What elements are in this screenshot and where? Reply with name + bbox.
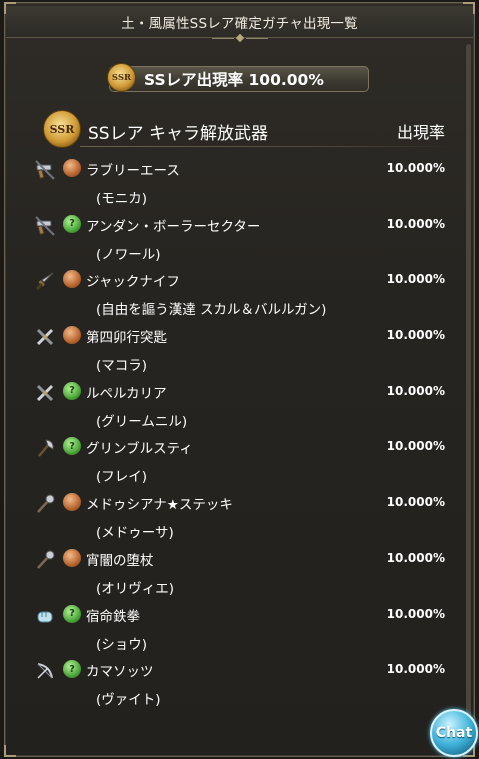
ssr-rate-text: SSレア出現率 100.00% [144,71,324,89]
ssr-medal-icon: SSR [43,110,81,148]
chat-label: Chat [435,725,473,741]
bow-icon [33,659,57,683]
chat-button[interactable]: Chat [430,709,478,757]
earth-element-icon [63,326,81,345]
rate-column-label: 出現率 [396,123,445,142]
weapon-name: ジャックナイフ [86,274,180,291]
appearance-rate: 10.000% [386,328,445,343]
staff-icon [33,548,57,572]
earth-element-icon [63,270,81,289]
list-item: 第四卯行突匙 (マコラ) 10.000% [0,323,479,379]
list-item: ? グリンブルスティ (フレイ) 10.000% [0,434,479,490]
appearance-rate: 10.000% [386,550,445,565]
weapon-name: 第四卯行突匙 [86,330,167,347]
ssr-medal-label: SSR [111,72,132,83]
header-ornament [210,33,270,43]
list-item: ? アンダン・ボーラーセクター (ノワール) 10.000% [0,212,479,268]
appearance-rate: 10.000% [386,216,445,231]
list-item: ? カマソッツ (ヴァイト) 10.000% [0,657,479,713]
ssr-rate-summary: SSレア出現率 100.00% [109,66,369,92]
section-divider [80,146,451,147]
list-item: ? 宿命鉄拳 (ショウ) 10.000% [0,602,479,658]
wind-element-icon: ? [63,604,81,623]
dagger-icon [33,269,57,293]
appearance-rate: 10.000% [386,383,445,398]
character-name: (メドゥーサ) [96,525,174,542]
list-item: ジャックナイフ (自由を謳う漢達 スカル＆バルルガン) 10.000% [0,267,479,323]
character-name: (モニカ) [96,191,148,207]
wind-element-icon: ? [63,381,81,400]
axe-icon [33,436,57,460]
wind-element-icon: ? [63,437,81,456]
weapon-name: 宿命鉄拳 [86,608,140,625]
character-name: (ヴァイト) [96,692,161,709]
weapon-name: ルペルカリア [86,385,167,402]
character-name: (ノワール) [96,246,161,263]
sword-icon [33,381,57,405]
ssr-medal-label: SSR [49,122,75,136]
gun-icon [33,214,57,238]
appearance-rate: 10.000% [386,662,445,677]
list-item: ラブリーエース (モニカ) 10.000% [0,156,479,212]
scrollbar-thumb[interactable] [466,44,471,734]
appearance-rate: 10.000% [386,272,445,287]
dialog-header: 土・風属性SSレア確定ガチャ出現一覧 [6,6,473,43]
character-name: (自由を謳う漢達 スカル＆バルルガン) [96,302,327,319]
gun-icon [33,158,57,182]
weapon-name: グリンブルスティ [86,441,193,458]
staff-icon [33,492,57,516]
weapon-name: ラブリーエース [86,163,180,179]
weapon-name: アンダン・ボーラーセクター [86,218,261,235]
wind-element-icon: ? [63,660,81,679]
character-name: (フレイ) [96,469,148,486]
frame-corner [4,745,16,757]
character-name: (ショウ) [96,636,148,653]
earth-element-icon [63,493,81,512]
character-name: (オリヴィエ) [96,580,175,597]
ssr-medal-icon: SSR [107,63,136,92]
wind-element-icon: ? [63,214,81,233]
appearance-rate: 10.000% [386,495,445,510]
character-name: (マコラ) [96,358,148,375]
appearance-rate: 10.000% [386,606,445,621]
appearance-rate: 10.000% [386,439,445,454]
section-title: SSレア キャラ解放武器 [88,124,268,144]
sword-icon [33,325,57,349]
earth-element-icon [63,159,81,177]
list-item: メドゥシアナ★ステッキ (メドゥーサ) 10.000% [0,490,479,546]
weapon-name: メドゥシアナ★ステッキ [86,497,233,514]
weapon-name: 宵闇の堕杖 [86,552,154,569]
character-name: (グリームニル) [96,413,188,430]
list-item: 宵闇の堕杖 (オリヴィエ) 10.000% [0,546,479,602]
scrollbar[interactable] [466,44,471,744]
weapon-list: ラブリーエース (モニカ) 10.000%? アンダン・ボーラーセクター (ノワール) 1… [0,156,479,713]
earth-element-icon [63,548,81,567]
list-item: ? ルペルカリア (グリームニル) 10.000% [0,379,479,435]
dialog-title: 土・風属性SSレア確定ガチャ出現一覧 [121,15,358,32]
weapon-name: カマソッツ [86,664,154,681]
appearance-rate: 10.000% [386,161,445,175]
fist-icon [33,604,57,628]
